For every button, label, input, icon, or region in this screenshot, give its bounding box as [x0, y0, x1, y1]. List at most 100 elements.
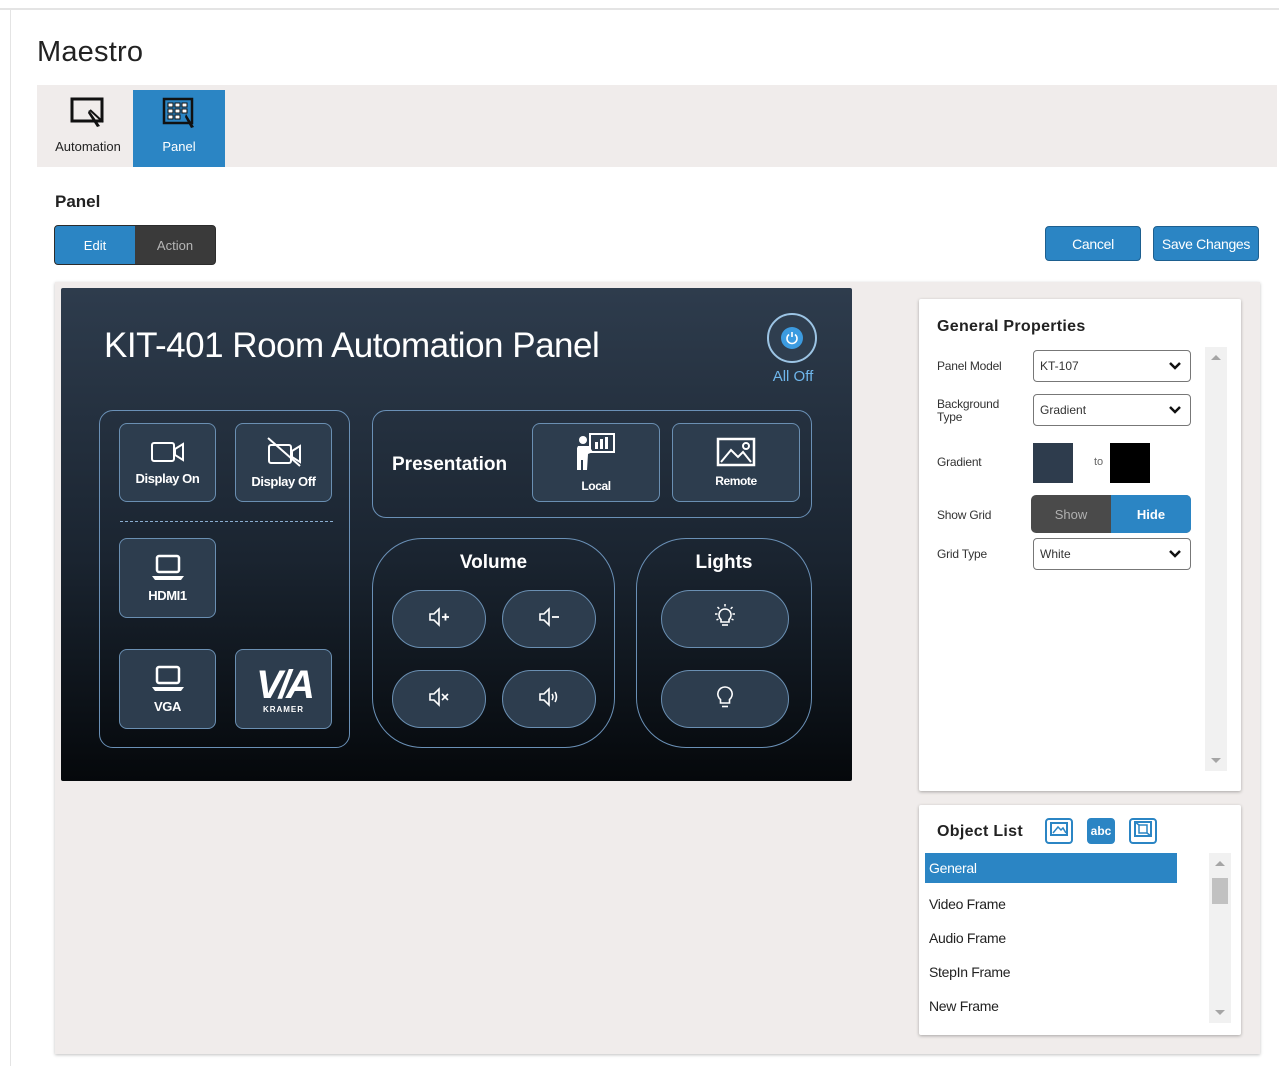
all-off-button[interactable]: [767, 313, 817, 363]
hdmi1-label: HDMI1: [148, 588, 187, 603]
grid-type-select[interactable]: White: [1033, 538, 1191, 570]
add-text-button[interactable]: abc: [1087, 818, 1115, 844]
remote-button[interactable]: Remote: [672, 423, 800, 502]
object-list-scrollbar[interactable]: [1209, 853, 1231, 1023]
light-off-button[interactable]: [661, 670, 789, 728]
gradient-from-swatch[interactable]: [1033, 443, 1073, 483]
volume-title: Volume: [459, 552, 528, 573]
image-icon: [716, 437, 756, 470]
panel-grid-icon: [160, 90, 198, 135]
show-grid-label: Show Grid: [937, 508, 992, 522]
panel-preview[interactable]: KIT-401 Room Automation Panel All Off Di…: [61, 288, 852, 781]
tab-panel-label: Panel: [162, 139, 196, 154]
tab-automation[interactable]: Automation: [42, 90, 134, 167]
chevron-down-icon: [1168, 404, 1182, 419]
all-off-label: All Off: [772, 368, 814, 385]
scroll-down-arrow[interactable]: [1215, 1010, 1225, 1015]
display-off-label: Display Off: [251, 473, 316, 489]
laptop-icon: [150, 553, 186, 584]
tab-panel[interactable]: Panel: [133, 90, 225, 167]
hdmi1-button[interactable]: HDMI1: [119, 538, 216, 618]
gradient-to-label: to: [1094, 456, 1104, 468]
mute-icon: [426, 686, 452, 713]
local-button[interactable]: Local: [532, 423, 660, 502]
chevron-down-icon: [1168, 360, 1182, 375]
object-list-title: Object List: [937, 823, 1023, 840]
power-icon: [781, 327, 803, 349]
general-properties-card: General Properties Panel Model KT-107 Ba…: [919, 299, 1241, 791]
display-on-label: Display On: [135, 470, 200, 486]
grid-type-label: Grid Type: [937, 547, 988, 561]
via-logo: V/A: [256, 662, 315, 707]
light-off-icon: [713, 684, 737, 715]
display-on-button[interactable]: Display On: [119, 423, 216, 502]
panel-model-select[interactable]: KT-107: [1033, 350, 1191, 382]
chevron-down-icon: [1168, 548, 1182, 563]
mode-action[interactable]: Action: [135, 226, 215, 264]
vga-label: VGA: [154, 699, 181, 714]
kramer-logo-text: KRAMER: [262, 704, 305, 714]
list-item-new-frame[interactable]: New Frame: [925, 989, 1177, 1023]
panel-model-label: Panel Model: [937, 359, 1002, 373]
frame-icon: [1133, 820, 1153, 843]
mode-edit[interactable]: Edit: [55, 226, 135, 264]
list-item-video-frame[interactable]: Video Frame: [925, 887, 1177, 921]
mode-toggle: Edit Action: [54, 225, 216, 265]
scroll-thumb[interactable]: [1212, 878, 1228, 904]
light-on-icon: [711, 603, 739, 636]
volume-up-icon: [426, 606, 452, 633]
volume-loud-button[interactable]: [502, 670, 596, 728]
list-item-audio-frame[interactable]: Audio Frame: [925, 921, 1177, 955]
list-item-stepin-frame[interactable]: StepIn Frame: [925, 955, 1177, 989]
video-frame-divider: [120, 521, 333, 522]
via-button[interactable]: V/A KRAMER: [235, 649, 332, 729]
list-item-general[interactable]: General: [925, 853, 1177, 883]
mute-button[interactable]: [392, 670, 486, 728]
object-list-card: Object List abc General Video Frame Audi…: [919, 805, 1241, 1035]
camera-off-icon: [264, 436, 304, 470]
volume-down-button[interactable]: [502, 590, 596, 648]
scroll-up-arrow[interactable]: [1215, 861, 1225, 866]
panel-model-value: KT-107: [1040, 359, 1079, 373]
lights-title: Lights: [695, 552, 753, 573]
remote-label: Remote: [715, 474, 757, 488]
panel-title: KIT-401 Room Automation Panel: [104, 326, 600, 365]
top-border: [0, 8, 1279, 10]
left-border: [10, 10, 11, 1066]
presentation-label: Presentation: [392, 454, 508, 475]
add-frame-button[interactable]: [1129, 818, 1157, 844]
light-on-button[interactable]: [661, 590, 789, 648]
tab-automation-label: Automation: [55, 139, 121, 154]
gradient-label: Gradient: [937, 455, 982, 469]
vga-button[interactable]: VGA: [119, 649, 216, 729]
background-type-label: Background Type: [937, 397, 1000, 424]
volume-loud-icon: [536, 686, 562, 713]
show-grid-show[interactable]: Show: [1031, 495, 1111, 533]
properties-scrollbar[interactable]: [1205, 347, 1227, 771]
cancel-button[interactable]: Cancel: [1045, 226, 1141, 261]
scroll-up-arrow[interactable]: [1211, 355, 1221, 360]
add-image-button[interactable]: [1045, 818, 1073, 844]
volume-up-button[interactable]: [392, 590, 486, 648]
grid-type-value: White: [1040, 547, 1071, 561]
section-title: Panel: [55, 192, 101, 211]
background-type-select[interactable]: Gradient: [1033, 394, 1191, 426]
camera-icon: [150, 440, 186, 467]
app-title: Maestro: [37, 36, 144, 68]
local-label: Local: [581, 479, 611, 493]
presenter-icon: [574, 432, 618, 475]
volume-down-icon: [536, 606, 562, 633]
save-changes-button[interactable]: Save Changes: [1153, 226, 1259, 261]
general-properties-title: General Properties: [937, 318, 1086, 335]
gradient-to-swatch[interactable]: [1110, 443, 1150, 483]
automation-icon: [69, 90, 107, 135]
image-icon: [1050, 821, 1068, 841]
text-abc-icon: abc: [1090, 824, 1112, 838]
object-list: General Video Frame Audio Frame StepIn F…: [925, 853, 1177, 1023]
show-grid-hide[interactable]: Hide: [1111, 495, 1191, 533]
main-tabbar: Automation Panel: [37, 85, 1277, 167]
scroll-down-arrow[interactable]: [1211, 758, 1221, 763]
background-type-value: Gradient: [1040, 403, 1087, 417]
display-off-button[interactable]: Display Off: [235, 423, 332, 502]
show-grid-toggle: Show Hide: [1031, 495, 1191, 533]
